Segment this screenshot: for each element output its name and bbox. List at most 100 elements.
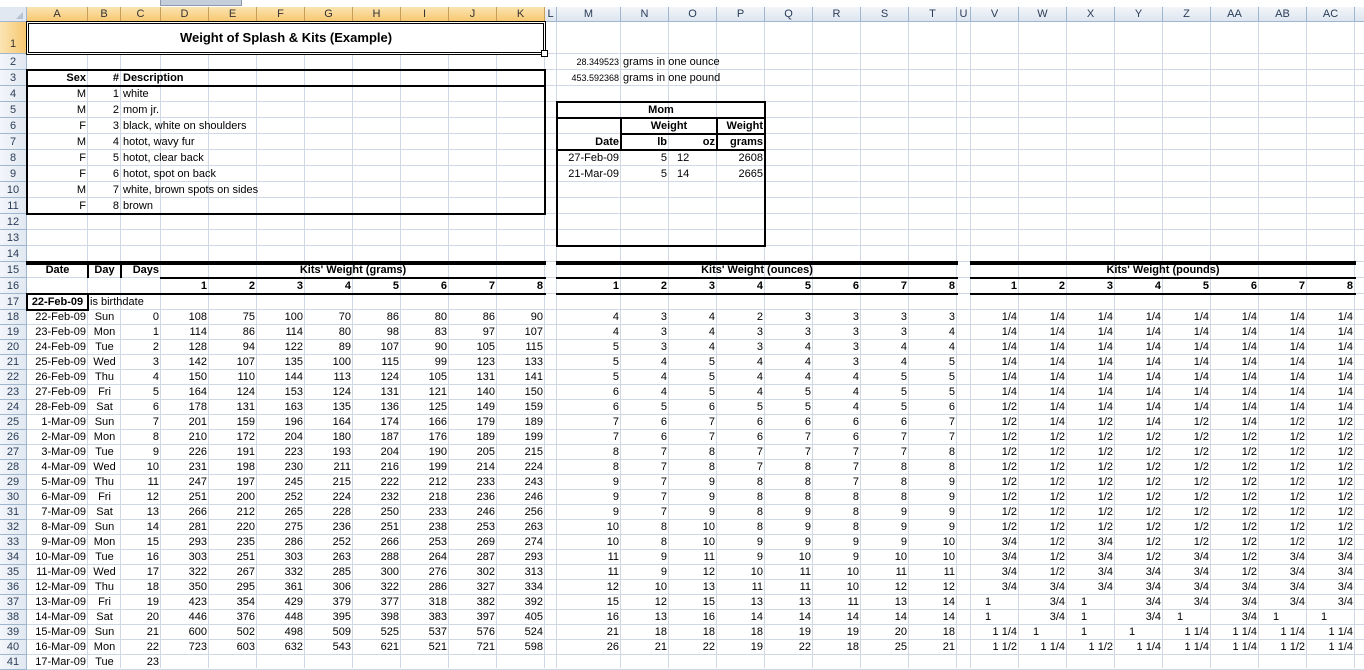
kit-number: 3	[112, 120, 119, 132]
row-header-1[interactable]: 1	[0, 22, 27, 54]
column-header-p[interactable]: P	[717, 7, 765, 22]
pounds-value: 1/2	[1289, 446, 1305, 458]
row-header-31[interactable]: 31	[0, 505, 27, 520]
grams-value: 86	[242, 326, 255, 338]
column-header-r[interactable]: R	[813, 7, 861, 22]
ounces-value: 6	[852, 416, 859, 428]
grams-value: 293	[188, 536, 207, 548]
grams-value: 377	[380, 596, 399, 608]
row-header-22[interactable]: 22	[0, 370, 27, 385]
row-header-20[interactable]: 20	[0, 340, 27, 355]
row-header-27[interactable]: 27	[0, 445, 27, 460]
grams-value: 149	[476, 401, 495, 413]
pounds-value: 1/4	[1337, 356, 1353, 368]
row-header-29[interactable]: 29	[0, 475, 27, 490]
column-header-g[interactable]: G	[305, 7, 353, 22]
fill-handle[interactable]	[541, 50, 548, 57]
column-header-t[interactable]: T	[909, 7, 957, 22]
ounces-value: 3	[852, 356, 859, 368]
row-header-24[interactable]: 24	[0, 400, 27, 415]
row-header-38[interactable]: 38	[0, 610, 27, 625]
row-header-2[interactable]: 2	[0, 54, 27, 70]
row-header-10[interactable]: 10	[0, 182, 27, 198]
row-date: 4-Mar-09	[41, 461, 86, 473]
column-header-aa[interactable]: AA	[1211, 7, 1259, 22]
row-header-25[interactable]: 25	[0, 415, 27, 430]
row-header-40[interactable]: 40	[0, 640, 27, 655]
row-header-36[interactable]: 36	[0, 580, 27, 595]
sheet-title[interactable]: Weight of Splash & Kits (Example)	[27, 22, 545, 54]
row-header-21[interactable]: 21	[0, 355, 27, 370]
row-header-14[interactable]: 14	[0, 246, 27, 262]
ounces-value: 6	[804, 416, 811, 428]
column-header-v[interactable]: V	[971, 7, 1019, 22]
scrollbar-thumb[interactable]	[160, 0, 242, 6]
column-header-u[interactable]: U	[957, 7, 971, 22]
ounces-value: 7	[948, 416, 955, 428]
column-header-z[interactable]: Z	[1163, 7, 1211, 22]
pounds-value: 3/4	[1241, 611, 1257, 623]
row-header-9[interactable]: 9	[0, 166, 27, 182]
column-header-q[interactable]: Q	[765, 7, 813, 22]
column-header-w[interactable]: W	[1019, 7, 1067, 22]
row-header-13[interactable]: 13	[0, 230, 27, 246]
column-header-m[interactable]: M	[557, 7, 621, 22]
ounces-value: 4	[660, 356, 667, 368]
row-header-23[interactable]: 23	[0, 385, 27, 400]
column-header-ac[interactable]: AC	[1307, 7, 1355, 22]
row-header-11[interactable]: 11	[0, 198, 27, 214]
ounces-value: 9	[900, 536, 907, 548]
kit-description: hotot, wavy fur	[123, 136, 195, 148]
ounces-value: 4	[804, 356, 811, 368]
column-header-b[interactable]: B	[88, 7, 121, 22]
row-header-26[interactable]: 26	[0, 430, 27, 445]
column-header-extra[interactable]	[1355, 7, 1364, 22]
row-header-4[interactable]: 4	[0, 86, 27, 102]
row-header-15[interactable]: 15	[0, 262, 27, 278]
row-header-16[interactable]: 16	[0, 278, 27, 294]
row-header-5[interactable]: 5	[0, 102, 27, 118]
kit-sex: M	[76, 184, 86, 196]
kit-sex: F	[79, 168, 86, 180]
column-header-o[interactable]: O	[669, 7, 717, 22]
row-days: 19	[146, 596, 159, 608]
row-header-19[interactable]: 19	[0, 325, 27, 340]
grams-value: 199	[428, 461, 447, 473]
column-header-ab[interactable]: AB	[1259, 7, 1307, 22]
row-header-30[interactable]: 30	[0, 490, 27, 505]
grams-value: 105	[428, 371, 447, 383]
row-header-7[interactable]: 7	[0, 134, 27, 150]
row-header-28[interactable]: 28	[0, 460, 27, 475]
column-header-d[interactable]: D	[161, 7, 209, 22]
row-header-17[interactable]: 17	[0, 294, 27, 310]
row-header-34[interactable]: 34	[0, 550, 27, 565]
column-header-i[interactable]: I	[401, 7, 449, 22]
column-header-n[interactable]: N	[621, 7, 669, 22]
column-header-l[interactable]: L	[545, 7, 557, 22]
column-header-y[interactable]: Y	[1115, 7, 1163, 22]
column-header-f[interactable]: F	[257, 7, 305, 22]
column-header-e[interactable]: E	[209, 7, 257, 22]
row-header-39[interactable]: 39	[0, 625, 27, 640]
column-header-s[interactable]: S	[861, 7, 909, 22]
row-header-12[interactable]: 12	[0, 214, 27, 230]
row-header-32[interactable]: 32	[0, 520, 27, 535]
grams-value: 124	[380, 371, 399, 383]
column-header-h[interactable]: H	[353, 7, 401, 22]
row-header-37[interactable]: 37	[0, 595, 27, 610]
column-header-j[interactable]: J	[449, 7, 497, 22]
row-header-18[interactable]: 18	[0, 310, 27, 325]
row-header-6[interactable]: 6	[0, 118, 27, 134]
row-header-35[interactable]: 35	[0, 565, 27, 580]
select-all-button[interactable]	[0, 7, 27, 22]
column-header-x[interactable]: X	[1067, 7, 1115, 22]
grams-value: 166	[428, 416, 447, 428]
grams-value: 90	[530, 311, 543, 323]
row-header-3[interactable]: 3	[0, 70, 27, 86]
ounces-value: 8	[756, 476, 763, 488]
column-header-c[interactable]: C	[121, 7, 161, 22]
column-header-a[interactable]: A	[27, 7, 88, 22]
column-header-k[interactable]: K	[497, 7, 545, 22]
row-header-8[interactable]: 8	[0, 150, 27, 166]
row-header-33[interactable]: 33	[0, 535, 27, 550]
